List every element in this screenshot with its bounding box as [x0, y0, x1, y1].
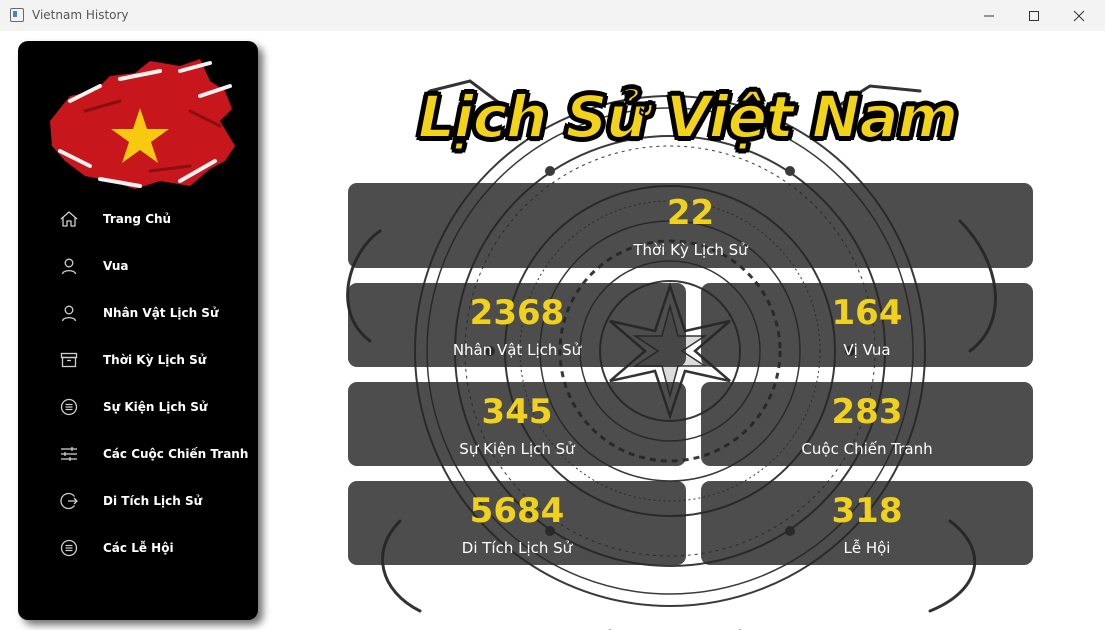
- stat-label: Nhân Vật Lịch Sử: [452, 341, 582, 359]
- exit-circle-icon: [58, 490, 80, 512]
- main-content: Lịch Sử Việt Nam 22 Thời Kỳ Lịch Sử 2368…: [270, 31, 1105, 630]
- sidebar-item-label: Thời Kỳ Lịch Sử: [103, 353, 207, 367]
- sidebar-item-label: Sự Kiện Lịch Sử: [103, 400, 208, 414]
- stat-card-chien-tranh[interactable]: 283 Cuộc Chiến Tranh: [701, 382, 1033, 466]
- sidebar-item-label: Các Cuộc Chiến Tranh: [103, 447, 249, 461]
- stat-value: 283: [831, 392, 903, 432]
- stat-card-nhan-vat[interactable]: 2368 Nhân Vật Lịch Sử: [348, 283, 686, 367]
- sidebar-item-vua[interactable]: Vua: [18, 246, 258, 286]
- page-title: Lịch Sử Việt Nam: [417, 82, 959, 152]
- stat-card-le-hoi[interactable]: 318 Lễ Hội: [701, 481, 1033, 565]
- stat-label: Cuộc Chiến Tranh: [801, 440, 933, 458]
- sidebar: Trang Chủ Vua Nhân Vật Lịch Sử Thời Kỳ L…: [18, 41, 258, 620]
- sliders-icon: [58, 443, 80, 465]
- stat-label: Vị Vua: [843, 341, 891, 359]
- stat-card-di-tich[interactable]: 5684 Di Tích Lịch Sử: [348, 481, 686, 565]
- stat-value: 2368: [469, 293, 565, 333]
- stat-card-thoi-ky[interactable]: 22 Thời Kỳ Lịch Sử: [348, 183, 1033, 268]
- minimize-icon: [984, 15, 994, 16]
- title-bar: Vietnam History: [0, 0, 1105, 31]
- close-icon: [1073, 10, 1085, 21]
- sidebar-item-label: Di Tích Lịch Sử: [103, 494, 203, 508]
- sidebar-item-label: Trang Chủ: [103, 212, 172, 226]
- close-button[interactable]: [1056, 0, 1102, 31]
- stat-value: 318: [831, 491, 903, 531]
- sidebar-item-nhan-vat-lich-su[interactable]: Nhân Vật Lịch Sử: [18, 293, 258, 333]
- sidebar-item-label: Các Lễ Hội: [103, 541, 174, 555]
- sidebar-item-thoi-ky-lich-su[interactable]: Thời Kỳ Lịch Sử: [18, 340, 258, 380]
- sidebar-item-cac-cuoc-chien-tranh[interactable]: Các Cuộc Chiến Tranh: [18, 434, 258, 474]
- sidebar-item-label: Nhân Vật Lịch Sử: [103, 306, 219, 320]
- vietnam-flag-logo: [50, 59, 235, 189]
- maximize-icon: [1029, 10, 1039, 21]
- sidebar-item-di-tich-lich-su[interactable]: Di Tích Lịch Sử: [18, 481, 258, 521]
- stat-value: 345: [481, 392, 553, 432]
- stat-card-vua[interactable]: 164 Vị Vua: [701, 283, 1033, 367]
- app-window: Vietnam History Trang Chủ Vua Nhân Vật L…: [0, 0, 1105, 630]
- sidebar-item-label: Vua: [103, 259, 129, 273]
- minimize-button[interactable]: [966, 0, 1012, 31]
- sidebar-item-cac-le-hoi[interactable]: Các Lễ Hội: [18, 528, 258, 568]
- user-icon: [58, 302, 80, 324]
- stat-label: Lễ Hội: [843, 539, 891, 557]
- stat-value: 22: [666, 193, 715, 233]
- stat-value: 5684: [469, 491, 565, 531]
- maximize-button[interactable]: [1011, 0, 1057, 31]
- stat-label: Sự Kiện Lịch Sử: [459, 440, 575, 458]
- list-circle-icon: [58, 396, 80, 418]
- stat-label: Thời Kỳ Lịch Sử: [633, 241, 748, 259]
- user-icon: [58, 255, 80, 277]
- app-icon: [10, 8, 24, 22]
- list-circle-icon: [58, 537, 80, 559]
- stat-card-su-kien[interactable]: 345 Sự Kiện Lịch Sử: [348, 382, 686, 466]
- sidebar-item-su-kien-lich-su[interactable]: Sự Kiện Lịch Sử: [18, 387, 258, 427]
- sidebar-item-trang-chu[interactable]: Trang Chủ: [18, 199, 258, 239]
- window-title: Vietnam History: [32, 8, 129, 22]
- archive-icon: [58, 349, 80, 371]
- home-icon: [58, 208, 80, 230]
- stat-value: 164: [831, 293, 903, 333]
- stat-label: Di Tích Lịch Sử: [461, 539, 573, 557]
